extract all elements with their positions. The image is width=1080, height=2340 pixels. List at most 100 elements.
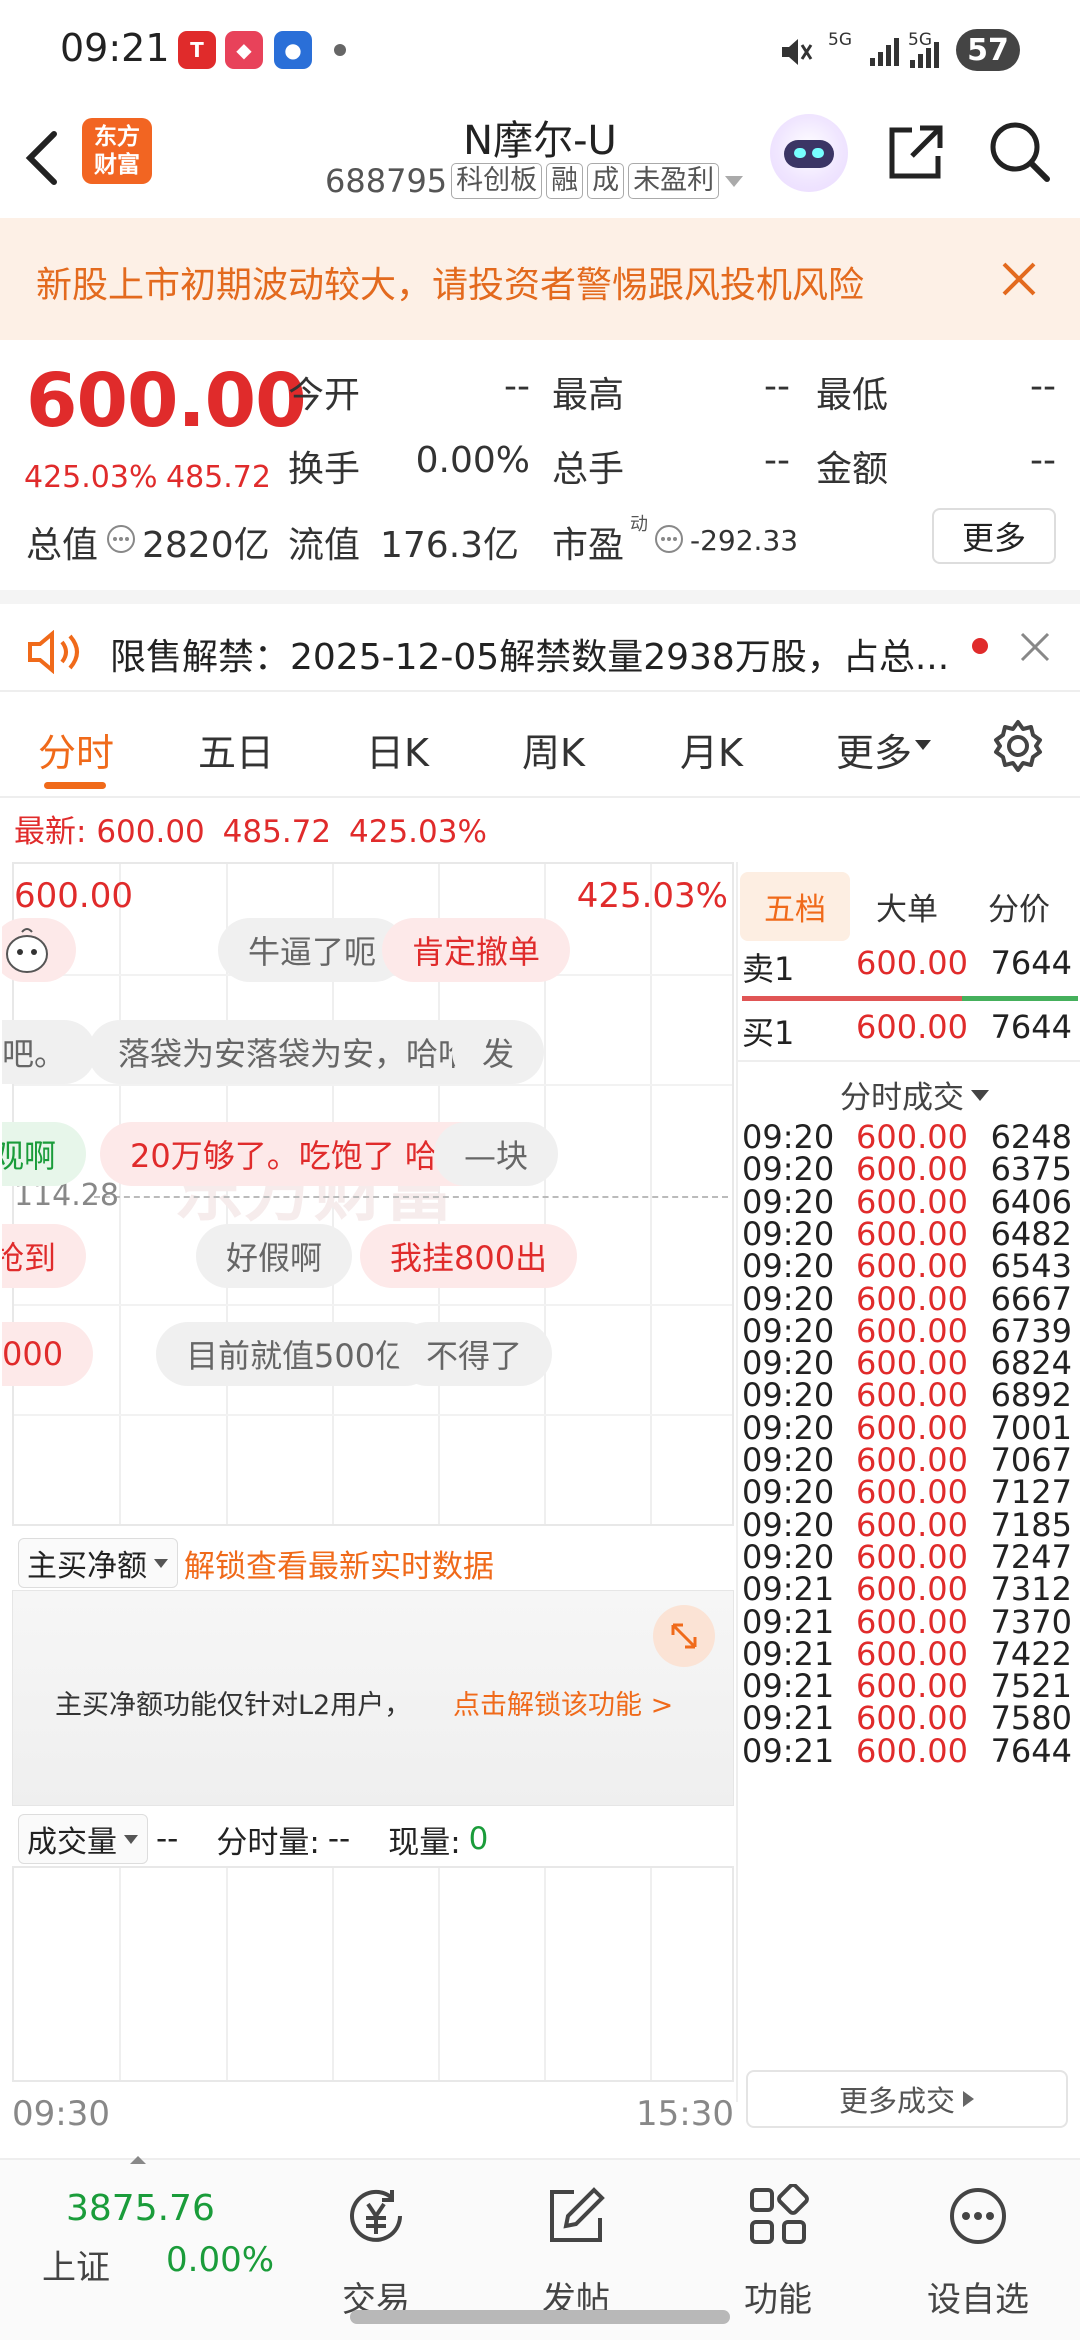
barrage-comment[interactable]: 吧。 — [2, 1020, 97, 1084]
network-5g-label: 5G — [828, 30, 852, 50]
index-value[interactable]: 3875.76 — [66, 2188, 215, 2229]
unlock-notice-bar[interactable]: 限售解禁：2025-12-05解禁数量2938万股，占总... — [0, 590, 1080, 692]
net-buy-dropdown-label: 主买净额 — [27, 1549, 147, 1584]
tag-star-market: 科创板 — [451, 163, 543, 199]
time-axis-end: 15:30 — [636, 2094, 734, 2134]
amount-value: -- — [1030, 440, 1056, 481]
grid-line — [650, 1868, 652, 2080]
volume-dropdown[interactable]: 成交量 — [18, 1814, 148, 1864]
grid-line — [332, 1868, 334, 2080]
locked-message: 主买净额功能仅针对L2用户， — [55, 1690, 412, 1721]
trade-time: 09:21 — [742, 1731, 835, 1770]
barrage-comment[interactable]: 000 — [2, 1322, 94, 1386]
index-percent[interactable]: 0.00% — [166, 2240, 274, 2280]
info-dots-icon-2[interactable] — [654, 524, 684, 554]
panel-divider — [736, 862, 738, 2102]
barrage-avatar-bubble[interactable] — [2, 918, 76, 982]
volume-chart-area[interactable] — [12, 1866, 734, 2082]
low-label: 最低 — [816, 375, 889, 416]
buy1-label: 买1 — [742, 1014, 795, 1052]
intraday-chart[interactable]: 东方财富 114.28 600.00 425.03% 牛逼了呃 肯定撤单 吧。 … — [2, 862, 734, 1526]
amount-label: 金额 — [816, 449, 889, 490]
tab-five-day[interactable]: 五日 — [198, 722, 274, 777]
speaker-icon — [28, 630, 79, 674]
tab-more-dropdown-icon — [915, 740, 931, 750]
barrage-comment[interactable]: 肯定撤单 — [382, 918, 571, 982]
net-buy-dropdown[interactable]: 主买净额 — [18, 1538, 178, 1588]
turnover-label: 换手 — [288, 449, 361, 490]
status-time: 09:21 — [60, 26, 170, 70]
battery-indicator: 57 — [956, 29, 1020, 71]
time-axis-start: 09:30 — [12, 2094, 110, 2134]
status-bar: 09:21 T ◆ ● 5G 5G 57 — [0, 0, 1080, 100]
stock-header: 东方 财富 N摩尔-U 688795 科创板 融 成 未盈利 — [0, 100, 1080, 218]
barrage-comment[interactable]: 发 — [452, 1020, 545, 1084]
close-icon[interactable] — [1000, 260, 1038, 298]
latest-price: 600.00 — [96, 814, 205, 850]
chevron-up-icon — [130, 2156, 146, 2164]
trades-header[interactable]: 分时成交 — [840, 1072, 990, 1117]
more-trades-button[interactable]: 更多成交 — [746, 2070, 1068, 2128]
comment-barrage-row: 000 目前就值500亿 不得了 — [2, 1322, 724, 1392]
quote-panel: 600.00 425.03% 485.72 今开 -- 最高 -- 最低 -- … — [0, 340, 1080, 590]
buy-bar — [962, 996, 1078, 1001]
barrage-comment[interactable]: 我挂800出 — [360, 1224, 578, 1288]
pe-label: 市盈 — [552, 525, 625, 566]
net-buy-locked-box: 主买净额功能仅针对L2用户， 点击解锁该功能 > — [12, 1590, 734, 1806]
index-name[interactable]: 上证 — [42, 2240, 110, 2289]
barrage-comment[interactable]: 牛逼了呃 — [218, 918, 407, 982]
volume-panel: 成交量 -- 分时量: -- 现量: 0 — [12, 1806, 734, 2106]
tab-price-distribution[interactable]: 分价 — [988, 884, 1050, 929]
tag-margin: 融 — [546, 163, 584, 199]
expand-button[interactable] — [653, 1605, 715, 1667]
expand-icon — [671, 1623, 697, 1649]
chevron-down-icon — [725, 176, 744, 187]
active-tab-indicator — [44, 782, 106, 789]
tab-intraday[interactable]: 分时 — [38, 722, 114, 777]
sell1-volume: 7644 — [990, 944, 1072, 982]
gear-icon[interactable] — [990, 718, 1046, 774]
market-cap-value: 2820亿 — [142, 525, 270, 566]
unlock-feature-link[interactable]: 点击解锁该功能 > — [453, 1683, 673, 1722]
assistant-robot-icon[interactable] — [770, 114, 848, 192]
barrage-comment[interactable]: 观啊 — [2, 1122, 87, 1186]
home-indicator[interactable] — [350, 2310, 730, 2324]
comment-barrage: 牛逼了呃 肯定撤单 吧。 落袋为安落袋为安，哈哈哈 发 观啊 20万够了。吃饱了… — [2, 918, 724, 1318]
tab-daily-k[interactable]: 日K — [366, 722, 429, 777]
latest-change: 485.72 — [222, 814, 332, 850]
signal-icon-2 — [910, 42, 939, 68]
tab-five-levels[interactable]: 五档 — [740, 872, 850, 941]
close-notice-icon[interactable] — [1018, 630, 1052, 664]
chevron-right-icon — [963, 2091, 974, 2107]
tab-monthly-k[interactable]: 月K — [680, 722, 743, 777]
signal-icon — [870, 38, 899, 66]
sell1-label: 卖1 — [742, 950, 795, 988]
barrage-comment[interactable]: 不得了 — [396, 1322, 553, 1386]
tab-large-orders[interactable]: 大单 — [876, 884, 938, 929]
chart-top-price: 600.00 — [14, 876, 133, 916]
latest-label: 最新: — [14, 814, 87, 850]
info-dots-icon[interactable] — [106, 524, 136, 554]
tab-weekly-k[interactable]: 周K — [522, 722, 585, 777]
grid-line — [14, 1414, 732, 1416]
trades-header-label: 分时成交 — [840, 1080, 964, 1116]
quote-more-button[interactable]: 更多 — [932, 508, 1056, 564]
tab-more[interactable]: 更多 — [836, 722, 912, 777]
barrage-comment[interactable]: 抢到 — [2, 1224, 87, 1288]
barrage-comment[interactable]: 目前就值500亿 — [156, 1322, 438, 1386]
trade-yuan-icon — [350, 2189, 402, 2242]
edit-post-icon — [550, 2187, 605, 2242]
stock-subtitle[interactable]: 688795 科创板 融 成 未盈利 — [325, 162, 745, 200]
change-amount: 485.72 — [166, 460, 271, 495]
tag-unprofitable: 未盈利 — [628, 163, 720, 199]
barrage-comment[interactable]: —块 — [434, 1122, 559, 1186]
low-value: -- — [1030, 366, 1056, 407]
share-icon[interactable] — [884, 120, 948, 184]
sell1-price: 600.00 — [856, 944, 968, 982]
pe-value: -292.33 — [690, 524, 799, 557]
barrage-comment[interactable]: 好假啊 — [196, 1224, 353, 1288]
search-icon[interactable] — [986, 118, 1052, 184]
market-cap-label: 总值 — [26, 525, 99, 566]
unlock-realtime-link[interactable]: 解锁查看最新实时数据 — [184, 1541, 494, 1586]
buy1-volume: 7644 — [990, 1008, 1072, 1046]
